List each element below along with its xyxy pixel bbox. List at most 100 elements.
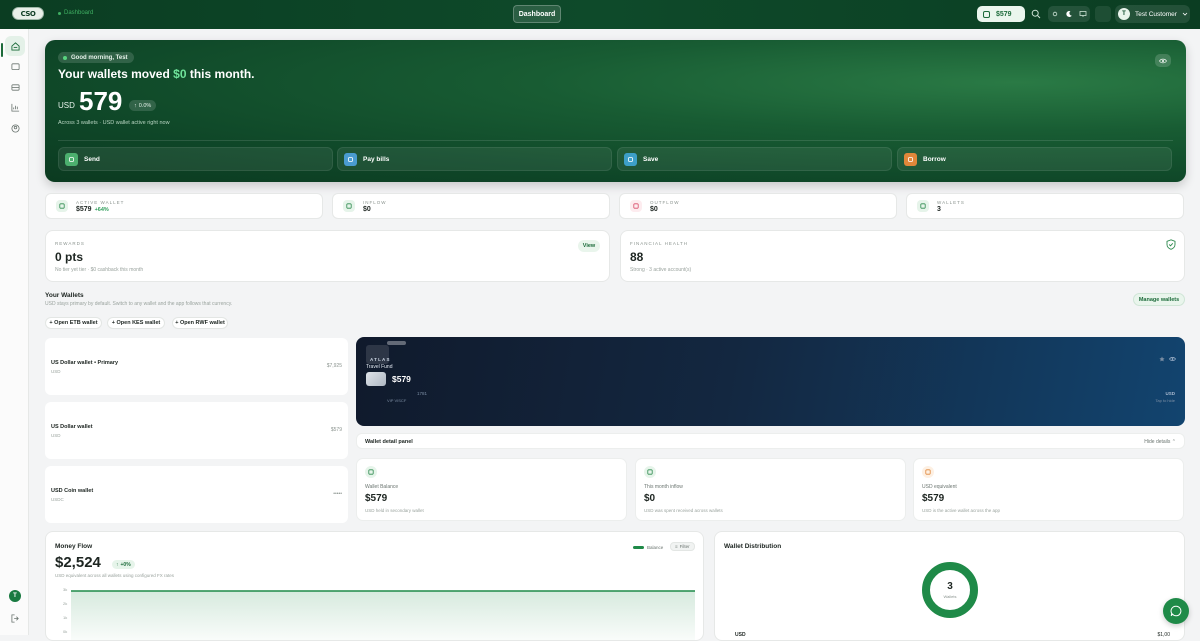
wallet-value: ••••• — [333, 491, 342, 497]
notifications-button[interactable] — [1095, 6, 1111, 22]
stat-label: WALLETS — [937, 199, 965, 205]
wallet-detail-panel-header: Wallet detail panel Hide details ⌃ — [356, 433, 1185, 449]
action-label: Borrow — [923, 155, 946, 163]
sidebar-item-messages[interactable] — [8, 80, 22, 94]
money-flow-title: Money Flow — [55, 543, 93, 550]
stat-value-text: $579 — [76, 205, 92, 213]
chat-icon — [1170, 605, 1182, 617]
card-number: 1781 — [417, 391, 428, 396]
stat-label: ACTIVE WALLET — [76, 199, 125, 205]
sidebar-item-profile[interactable] — [8, 121, 22, 135]
rewards-value: 0 pts — [55, 250, 84, 264]
wallet-icon — [10, 62, 20, 70]
shield-check-icon — [1166, 239, 1176, 250]
piggy-bank-icon — [624, 152, 637, 166]
action-pay-bills-button[interactable]: Pay bills — [337, 147, 612, 171]
action-label: Send — [84, 155, 100, 163]
hero-currency: USD — [58, 101, 75, 110]
home-icon — [10, 41, 20, 51]
manage-wallets-button[interactable]: Manage wallets — [1133, 293, 1185, 306]
chevron-up-icon: ⌃ — [1171, 439, 1176, 445]
open-wallet-button[interactable]: + Open ETB wallet — [45, 317, 102, 329]
arrow-up-icon: ↑ — [116, 561, 119, 568]
sun-icon[interactable] — [1051, 10, 1059, 18]
sidebar-item-home[interactable] — [5, 36, 25, 56]
wallet-list-item[interactable]: US Dollar wallet USD $579 — [45, 402, 348, 459]
wallet-card-atlas[interactable]: ATLAS Travel Fund $579 1781 VIP VISCF US… — [356, 337, 1185, 426]
money-flow-amount: $2,524 — [55, 554, 101, 571]
greeting-badge: Good morning, Test — [58, 52, 134, 63]
y-axis-tick: 0k — [63, 629, 68, 634]
hand-coin-icon — [904, 152, 917, 166]
wallet-list-item[interactable]: USD Coin wallet USDC ••••• — [45, 466, 348, 523]
detail-card-label: This month inflow — [644, 484, 683, 490]
filter-label: Filter — [679, 544, 690, 549]
legend-label: Balance — [647, 545, 664, 550]
money-flow-change-value: +0% — [120, 561, 131, 568]
wallets-title: Your Wallets — [45, 292, 84, 299]
sidebar-avatar[interactable]: T — [9, 590, 21, 602]
detail-card-value: $0 — [644, 493, 656, 504]
wallet-distribution-card: Wallet Distribution 3 Wallets USD $1,00 — [714, 531, 1185, 641]
wallets-subtitle: USD stays primary by default. Switch to … — [45, 301, 233, 307]
eye-icon[interactable] — [1169, 356, 1176, 362]
wallet-value: $579 — [330, 427, 342, 433]
wallet-icon — [983, 10, 990, 18]
monitor-icon[interactable] — [1079, 10, 1087, 18]
balance-pill[interactable]: $579 — [977, 6, 1025, 22]
status-dot-icon — [63, 55, 67, 60]
action-save-button[interactable]: Save — [617, 147, 892, 171]
hero-title: Your wallets moved $0 this month. — [58, 67, 255, 81]
open-wallet-button[interactable]: + Open RWF wallet — [172, 317, 228, 329]
chat-button[interactable] — [1163, 598, 1189, 624]
user-circle-icon — [10, 123, 20, 133]
stat-value: $0 — [650, 206, 680, 213]
sidebar-item-wallets[interactable] — [8, 59, 22, 73]
detail-card-desc: USD was spent received across wallets — [644, 508, 723, 513]
arrow-up-icon: ↑ — [134, 102, 137, 109]
moon-icon[interactable] — [1065, 10, 1073, 18]
detail-card: This month inflow $0 USD was spent receive… — [635, 458, 906, 521]
sidebar-item-analytics[interactable] — [8, 100, 22, 114]
y-axis-tick: 3k — [63, 587, 68, 592]
wallet-name: US Dollar wallet — [51, 424, 93, 430]
legend-swatch — [633, 546, 644, 549]
dashboard-tab[interactable]: Dashboard — [513, 5, 561, 23]
app-logo[interactable]: CSO — [12, 7, 44, 20]
send-icon — [65, 152, 78, 166]
action-borrow-button[interactable]: Borrow — [897, 147, 1172, 171]
stat-value: $579 +64% — [76, 206, 124, 213]
hero-title-prefix: Your wallets moved — [58, 67, 174, 81]
card-amount: $579 — [392, 374, 411, 384]
money-flow-chart — [71, 590, 695, 640]
divider — [58, 140, 1173, 141]
wallet-icon — [56, 200, 68, 212]
exchange-icon — [922, 466, 934, 478]
avatar: T — [1118, 8, 1130, 20]
hero-subtitle: Across 3 wallets · USD wallet active rig… — [58, 120, 170, 126]
stat-label: OUTFLOW — [650, 199, 680, 205]
detail-card-value: $579 — [922, 493, 945, 504]
health-label: FINANCIAL HEALTH — [630, 241, 689, 246]
rewards-view-button[interactable]: View — [578, 240, 600, 252]
wallet-list-item[interactable]: US Dollar wallet • Primary USD $7,925 — [45, 338, 348, 395]
trend-down-icon — [630, 200, 642, 212]
hide-details-button[interactable]: Hide details ⌃ — [1144, 439, 1176, 445]
toggle-visibility-button[interactable] — [1155, 54, 1171, 67]
open-wallet-button[interactable]: + Open KES wallet — [107, 317, 165, 329]
logout-button[interactable] — [8, 611, 22, 625]
wallet-name: US Dollar wallet • Primary — [51, 360, 119, 366]
star-icon[interactable] — [1159, 356, 1165, 362]
wallet-name: USD Coin wallet — [51, 488, 94, 494]
top-bar: CSO Dashboard Dashboard $579 T Test Cust… — [0, 0, 1200, 29]
breadcrumb-dot-icon — [58, 11, 61, 15]
filter-button[interactable]: ≡ Filter — [670, 542, 695, 551]
breadcrumb[interactable]: Dashboard — [58, 10, 93, 16]
action-send-button[interactable]: Send — [58, 147, 333, 171]
user-menu[interactable]: T Test Customer — [1115, 5, 1190, 23]
search-icon[interactable] — [1031, 9, 1041, 19]
detail-title: Wallet detail panel — [365, 439, 413, 445]
money-flow-sub: USD equivalent across all wallets using … — [55, 573, 175, 578]
hero-amount: 579 — [79, 86, 123, 116]
stat-text: WALLETS 3 — [937, 200, 965, 213]
